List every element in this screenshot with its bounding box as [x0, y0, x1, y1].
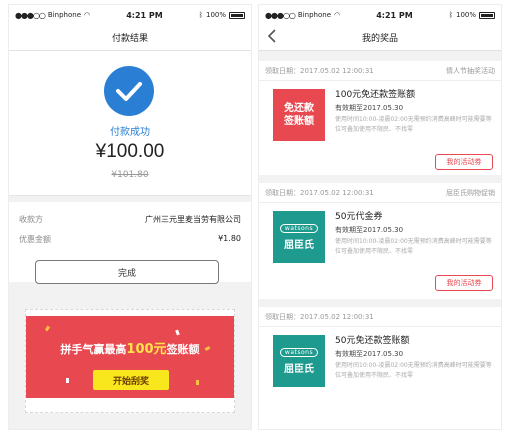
battery-percent: 100% — [205, 11, 226, 19]
claim-date: 领取日期：2017.05.02 12:00:31 — [265, 66, 374, 76]
confetti-decoration — [196, 380, 199, 385]
claim-date-label: 领取日期： — [265, 66, 300, 75]
status-time: 4:21 PM — [376, 10, 413, 20]
bluetooth-icon: ᛒ — [448, 11, 453, 19]
discount-row: 优惠金额 ¥1.80 — [19, 234, 241, 245]
claim-date-value: 2017.05.02 12:00:31 — [300, 188, 374, 197]
nav-bar: 付款结果 — [9, 25, 251, 51]
battery-icon — [229, 11, 245, 19]
prize-title: 50元代金券 — [335, 212, 383, 222]
prize-card-header: 领取日期：2017.05.02 12:00:31 — [259, 307, 501, 327]
prize-title: 100元免还款签账额 — [335, 90, 416, 100]
scratch-title-highlight: 100元 — [126, 342, 167, 357]
brand-name: watsons — [279, 347, 319, 357]
prize-source: 屈臣氏购物促销 — [446, 188, 495, 197]
wifi-icon: ◠ — [334, 11, 341, 19]
signal-dots-icon: ●●●○○ — [265, 10, 296, 20]
prize-card-header: 领取日期：2017.05.02 12:00:31 情人节抽奖活动 — [259, 61, 501, 81]
payee-value: 广州三元里麦当劳有限公司 — [145, 215, 241, 224]
status-bar: ●●●○○ Binphone ◠ 4:21 PM ᛒ 100% — [9, 5, 251, 25]
prize-description: 使用时间10:00-凌晨02:00无需预约消费高峰时可能需要等位可叠加使用不限民… — [335, 362, 492, 379]
ticket-wave-edge — [26, 402, 234, 410]
scratch-title-pre: 拼手气赢最高 — [60, 343, 127, 356]
prize-title: 50元免还款签账额 — [335, 336, 410, 346]
prize-card[interactable]: 领取日期：2017.05.02 12:00:31 屈臣氏购物促销 watsons… — [259, 183, 501, 299]
prize-card[interactable]: 领取日期：2017.05.02 12:00:31 watsons 屈臣氏 50元… — [259, 307, 501, 429]
brand-name-cn: 屈臣氏 — [284, 239, 314, 251]
payee-label: 收款方 — [19, 215, 43, 224]
page-title: 我的奖品 — [361, 34, 398, 44]
watsons-logo: watsons 屈臣氏 — [273, 211, 325, 263]
confetti-decoration — [66, 378, 69, 383]
prize-thumbnail: 免还款 签账额 — [273, 89, 325, 141]
prize-card[interactable]: 领取日期：2017.05.02 12:00:31 情人节抽奖活动 免还款 签账额… — [259, 61, 501, 175]
scratch-banner: 拼手气赢最高100元签账额 开始刮奖 — [26, 316, 234, 398]
status-bar: ●●●○○ Binphone ◠ 4:21 PM ᛒ 100% — [259, 5, 501, 25]
check-circle-icon — [104, 66, 154, 116]
wifi-icon: ◠ — [84, 11, 91, 19]
claim-date-value: 2017.05.02 12:00:31 — [300, 312, 374, 321]
scratch-title: 拼手气赢最高100元签账额 — [26, 338, 234, 357]
carrier-name: Binphone — [47, 11, 81, 19]
claim-date: 领取日期：2017.05.02 12:00:31 — [265, 312, 374, 322]
original-amount: ¥101.80 — [111, 170, 149, 180]
discount-label: 优惠金额 — [19, 235, 51, 244]
brand-name: watsons — [279, 223, 319, 233]
prize-description: 使用时间10:00-凌晨02:00无需预约消费高峰时可能需要等位可叠加使用不限民… — [335, 238, 492, 255]
chevron-left-icon[interactable] — [267, 29, 277, 47]
prize-validity: 有效期至2017.05.30 — [335, 104, 404, 112]
my-coupon-button[interactable]: 我的活动券 — [435, 154, 493, 170]
battery-percent: 100% — [455, 11, 476, 19]
my-coupon-button[interactable]: 我的活动券 — [435, 275, 493, 291]
nav-bar: 我的奖品 — [259, 25, 501, 51]
prize-card-header: 领取日期：2017.05.02 12:00:31 屈臣氏购物促销 — [259, 183, 501, 203]
prize-source: 情人节抽奖活动 — [446, 66, 495, 75]
brand-name-cn: 屈臣氏 — [284, 363, 314, 375]
scratch-title-post: 签账额 — [166, 343, 200, 356]
payment-result-screen: ●●●○○ Binphone ◠ 4:21 PM ᛒ 100% 付款结果 付款成功 ¥… — [8, 4, 252, 430]
signal-dots-icon: ●●●○○ — [15, 10, 46, 20]
battery-icon — [479, 11, 495, 19]
page-title: 付款结果 — [111, 34, 148, 44]
bluetooth-icon: ᛒ — [198, 11, 203, 19]
claim-date: 领取日期：2017.05.02 12:00:31 — [265, 188, 374, 198]
claim-date-label: 领取日期： — [265, 188, 300, 197]
prize-description: 使用时间10:00-凌晨02:00无需预约消费高峰时可能需要等位可叠加使用不限民… — [335, 116, 492, 133]
start-scratch-button[interactable]: 开始刮奖 — [93, 370, 169, 390]
confetti-decoration — [44, 325, 51, 332]
discount-value: ¥1.80 — [218, 234, 241, 243]
claim-date-value: 2017.05.02 12:00:31 — [300, 66, 374, 75]
claim-date-label: 领取日期： — [265, 312, 300, 321]
confetti-decoration — [175, 329, 180, 336]
my-prizes-screen: ●●●○○ Binphone ◠ 4:21 PM ᛒ 100% 我的奖品 领取日期：2… — [258, 4, 502, 430]
done-button[interactable]: 完成 — [35, 260, 219, 284]
prize-validity: 有效期至2017.05.30 — [335, 350, 404, 358]
payee-row: 收款方 广州三元里麦当劳有限公司 — [19, 214, 241, 225]
payment-amount: ¥100.00 — [95, 141, 165, 162]
payment-summary: 付款成功 ¥100.00 ¥101.80 — [9, 51, 251, 196]
thumb-line-2: 签账额 — [284, 116, 314, 127]
status-time: 4:21 PM — [126, 10, 163, 20]
thumb-line-1: 免还款 — [284, 103, 314, 114]
scratch-card[interactable]: 拼手气赢最高100元签账额 开始刮奖 — [25, 309, 235, 413]
carrier-name: Binphone — [297, 11, 331, 19]
payment-status: 付款成功 — [110, 127, 150, 138]
watsons-logo: watsons 屈臣氏 — [273, 335, 325, 387]
prize-validity: 有效期至2017.05.30 — [335, 226, 404, 234]
